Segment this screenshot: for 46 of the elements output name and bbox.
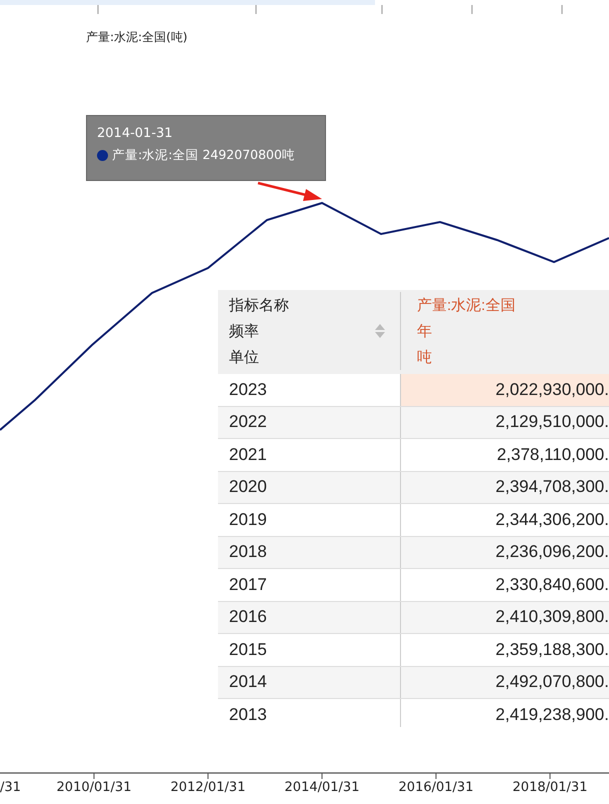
- table-row[interactable]: 2013 2,419,238,900.: [218, 699, 609, 727]
- tooltip-value: 2492070800吨: [202, 147, 295, 164]
- header-label: 频率: [229, 322, 259, 340]
- year-cell: 2017: [218, 569, 401, 600]
- table-row[interactable]: 2016 2,410,309,800.: [218, 602, 609, 634]
- x-axis-label: 2014/01/31: [284, 780, 360, 795]
- x-axis-label: 2010/01/31: [56, 780, 132, 795]
- pointer-arrow: [258, 182, 322, 201]
- header-value: 产量:水泥:全国: [417, 296, 516, 314]
- value-cell-text: 2,129,510,000.: [494, 411, 609, 434]
- year-cell: 2013: [218, 699, 401, 727]
- year-cell: 2015: [218, 634, 401, 666]
- x-axis-label: 2012/01/31: [170, 780, 246, 795]
- table-row[interactable]: 2014 2,492,070,800.: [218, 666, 609, 699]
- value-cell-text: 2,410,309,800.: [494, 606, 609, 628]
- table-row[interactable]: 2022 2,129,510,000.: [218, 406, 609, 439]
- year-cell: 2016: [218, 602, 401, 633]
- year-cell: 2014: [218, 666, 401, 698]
- header-label: 单位: [229, 348, 259, 366]
- table-row[interactable]: 2023 2,022,930,000.: [218, 374, 609, 406]
- table-row[interactable]: 2018 2,236,096,200.: [218, 536, 609, 569]
- tooltip-date: 2014-01-31: [97, 126, 174, 141]
- value-cell-text: 2,378,110,000.: [496, 444, 609, 466]
- year-cell: 2019: [218, 504, 401, 536]
- table-row[interactable]: 2020 2,394,708,300.: [218, 472, 609, 504]
- year-cell: 2018: [218, 536, 401, 568]
- header-value: 吨: [417, 348, 432, 366]
- tooltip-series: 产量:水泥:全国: [112, 147, 198, 164]
- value-cell-text: 2,492,070,800.: [494, 671, 609, 694]
- header-value: 年: [417, 322, 432, 340]
- legend-label: 产量:水泥:全国(吨): [86, 29, 188, 46]
- value-cell: 2,022,930,000.: [401, 374, 609, 406]
- x-axis-label: 2016/01/31: [398, 780, 474, 795]
- year-cell: 2021: [218, 439, 401, 470]
- year-cell: 2022: [218, 406, 401, 438]
- value-cell-text: 2,359,188,300.: [494, 638, 609, 661]
- x-axis-label: /31: [0, 780, 21, 795]
- sort-icon[interactable]: [374, 323, 386, 339]
- value-cell-text: 2,419,238,900.: [494, 704, 609, 726]
- value-cell-text: 2,330,840,600.: [494, 574, 609, 596]
- value-cell-text: 2,236,096,200.: [494, 541, 609, 564]
- value-cell-text: 2,344,306,200.: [494, 508, 609, 531]
- value-cell-text: 2,394,708,300.: [494, 476, 609, 498]
- header-label: 指标名称: [229, 296, 289, 314]
- year-cell: 2020: [218, 472, 401, 503]
- x-axis-label: 2018/01/31: [512, 780, 588, 795]
